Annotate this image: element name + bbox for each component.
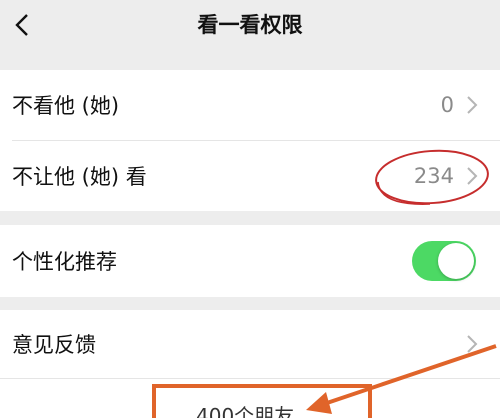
hide-my-posts-row[interactable]: 不让他 (她) 看 234 [0, 141, 500, 211]
toggle-knob [438, 243, 474, 279]
visibility-group: 不看他 (她) 0 不让他 (她) 看 234 [0, 70, 500, 211]
recommend-group: 个性化推荐 [0, 225, 500, 297]
hide-from-me-count: 0 [440, 93, 454, 117]
nav-bar: 看一看权限 [0, 0, 500, 66]
friend-count-text: 400个朋友 [196, 404, 295, 418]
personalized-recommend-row: 个性化推荐 [0, 225, 500, 297]
personalized-recommend-toggle[interactable] [412, 241, 476, 281]
divider [0, 378, 500, 379]
chevron-right-icon [467, 167, 478, 185]
hide-my-posts-count: 234 [413, 164, 454, 188]
feedback-row[interactable]: 意见反馈 [0, 310, 500, 378]
feedback-group: 意见反馈 [0, 310, 500, 418]
personalized-recommend-label: 个性化推荐 [12, 250, 117, 274]
chevron-right-icon [467, 335, 478, 353]
chevron-right-icon [467, 96, 478, 114]
page-title: 看一看权限 [197, 13, 303, 37]
hide-from-me-row[interactable]: 不看他 (她) 0 [0, 70, 500, 140]
hide-my-posts-label: 不让他 (她) 看 [12, 165, 147, 189]
hide-from-me-label: 不看他 (她) [12, 94, 120, 118]
feedback-label: 意见反馈 [12, 333, 96, 357]
